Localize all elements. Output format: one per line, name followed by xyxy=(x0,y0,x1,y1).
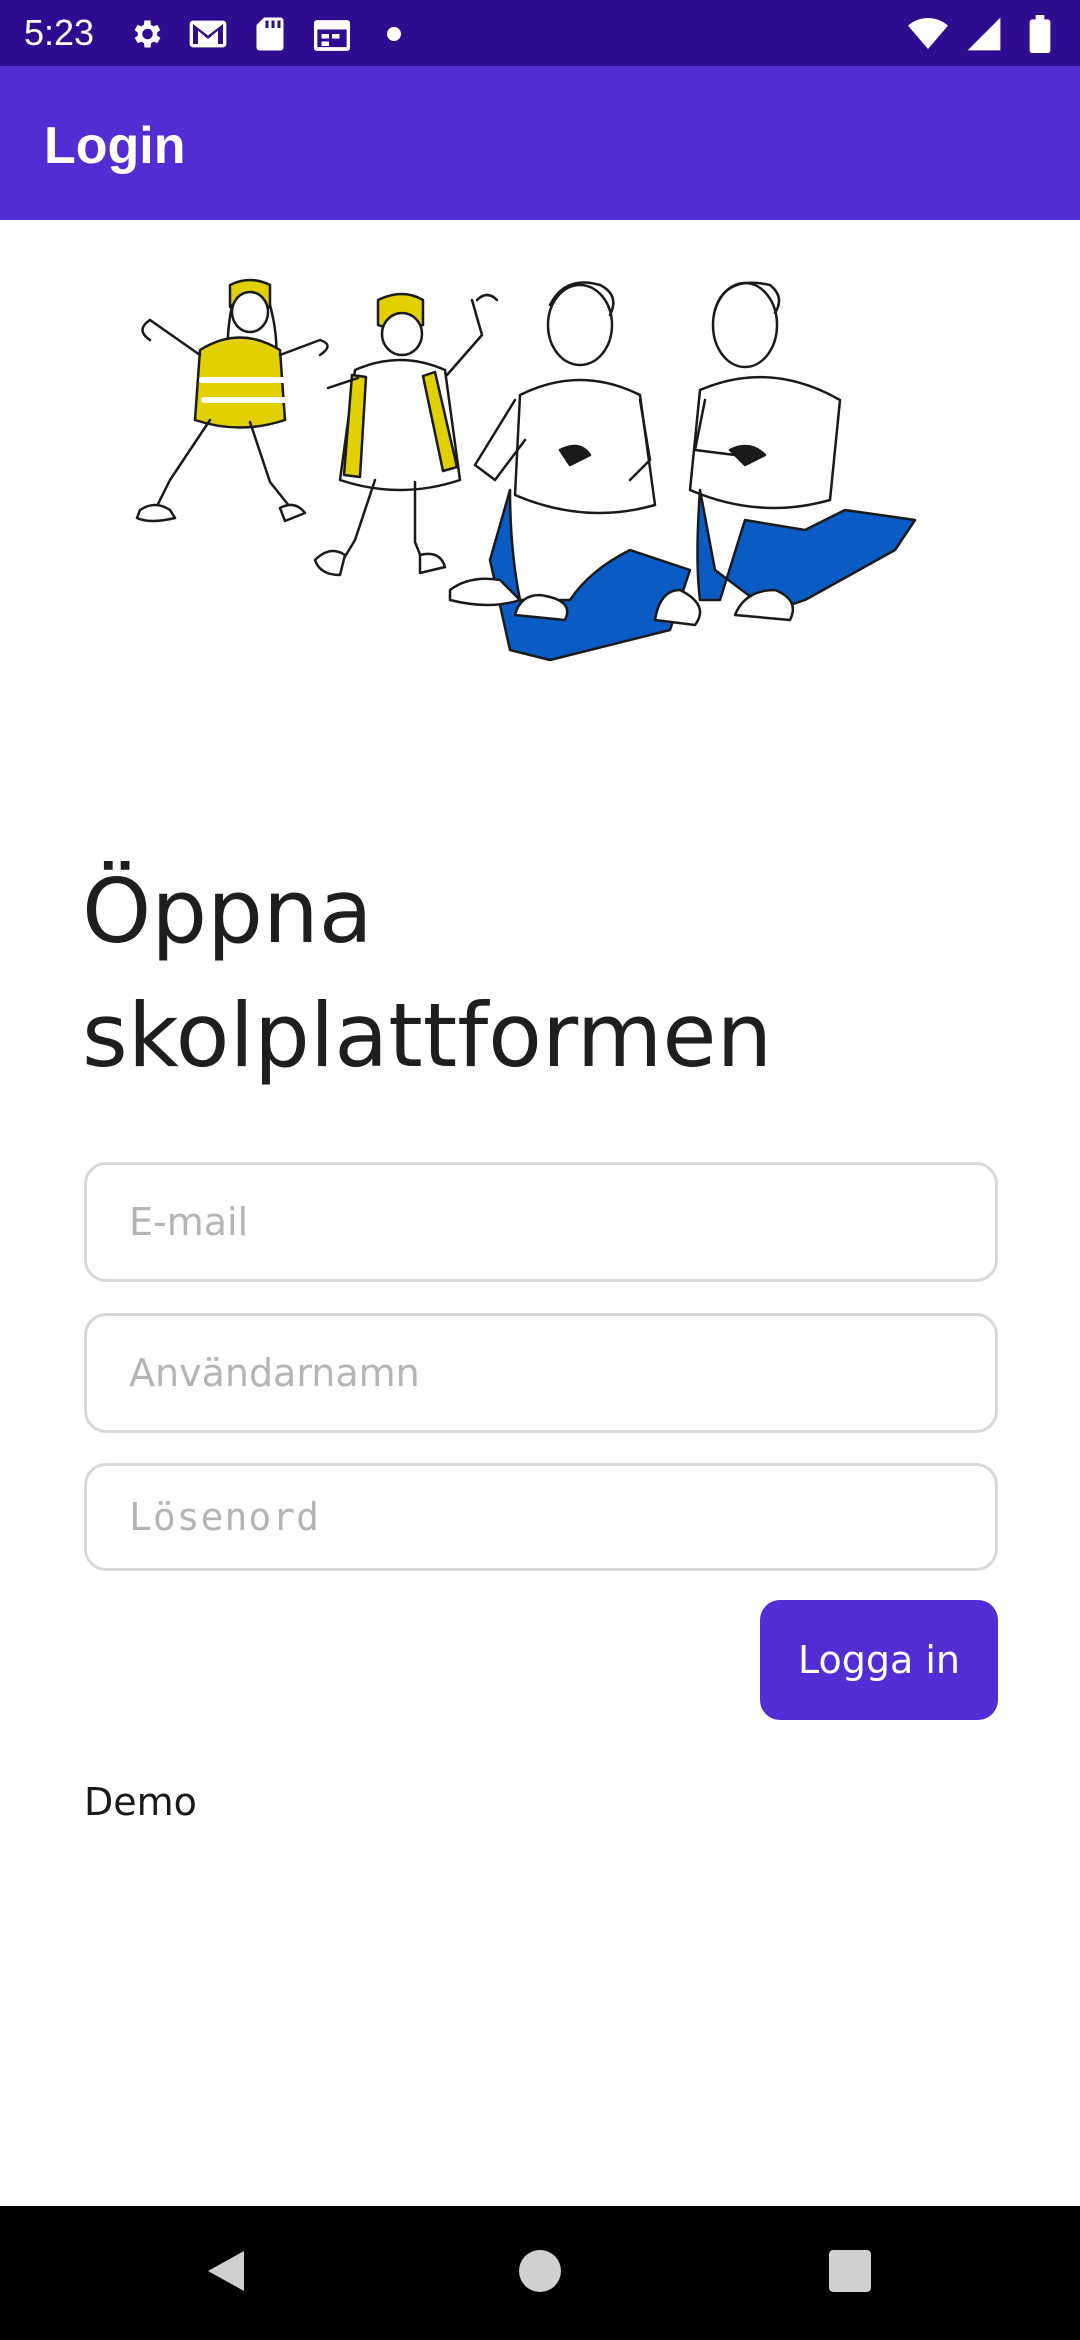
sd-card-icon xyxy=(250,14,290,54)
settings-icon xyxy=(126,14,166,54)
navigation-bar xyxy=(0,2206,1080,2340)
battery-icon xyxy=(1020,14,1060,54)
heading-line-1: Öppna xyxy=(82,860,373,963)
page-heading: Öppna skolplattformen xyxy=(82,850,982,1098)
recents-icon xyxy=(829,2249,871,2297)
status-time: 5:23 xyxy=(24,12,95,53)
wifi-icon xyxy=(908,14,948,54)
login-button[interactable]: Logga in xyxy=(760,1600,998,1720)
notification-icons xyxy=(126,14,414,54)
home-button[interactable] xyxy=(480,2206,600,2340)
recents-button[interactable] xyxy=(790,2206,910,2340)
system-icons xyxy=(908,14,1060,54)
username-field[interactable] xyxy=(87,1316,995,1430)
status-bar: 5:23 xyxy=(0,0,1080,66)
demo-link[interactable]: Demo xyxy=(84,1780,197,1824)
heading-line-2: skolplattformen xyxy=(82,984,773,1087)
app-bar: Login xyxy=(0,66,1080,220)
calendar-icon xyxy=(312,14,352,54)
hero-illustration xyxy=(120,250,990,750)
back-icon xyxy=(204,2247,248,2300)
gmail-icon xyxy=(188,14,228,54)
email-field-container xyxy=(84,1162,998,1282)
back-button[interactable] xyxy=(166,2206,286,2340)
home-icon xyxy=(519,2249,561,2297)
kids-illustration xyxy=(135,278,917,662)
email-field[interactable] xyxy=(87,1165,995,1279)
dot-icon xyxy=(374,14,414,54)
password-field-container xyxy=(84,1463,998,1571)
signal-icon xyxy=(964,14,1004,54)
password-field[interactable] xyxy=(87,1466,995,1568)
username-field-container xyxy=(84,1313,998,1433)
app-title: Login xyxy=(44,117,186,175)
